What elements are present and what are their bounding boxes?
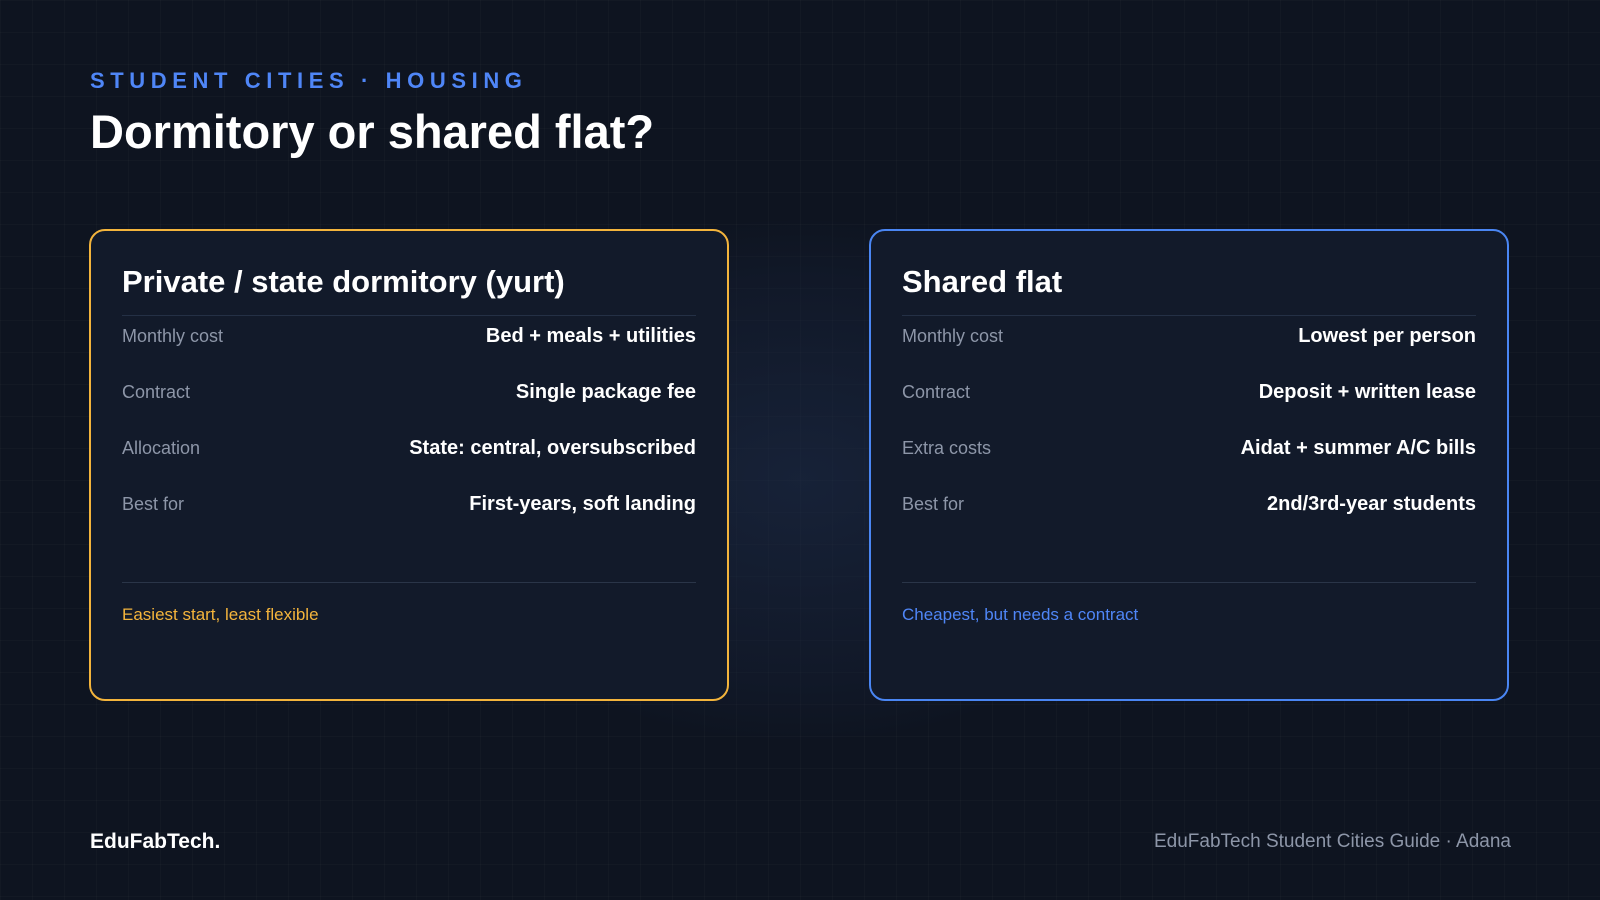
card-row-extra-costs: Extra costs Aidat + summer A/C bills [902, 420, 1476, 476]
row-label: Extra costs [902, 437, 992, 458]
card-row-allocation: Allocation State: central, oversubscribe… [122, 420, 696, 476]
card-row-best-for: Best for 2nd/3rd-year students [902, 476, 1476, 532]
row-value: Aidat + summer A/C bills [1240, 436, 1476, 459]
card-note: Easiest start, least flexible [122, 605, 319, 624]
card-row-monthly-cost: Monthly cost Lowest per person [902, 308, 1476, 364]
card-divider [902, 582, 1476, 583]
brand-logo-text: EduFabTech. [90, 830, 221, 853]
row-label: Allocation [122, 437, 201, 458]
row-value: Deposit + written lease [1258, 380, 1476, 403]
row-label: Best for [122, 493, 185, 514]
row-value: Lowest per person [1298, 324, 1476, 347]
section-eyebrow: STUDENT CITIES · HOUSING [90, 68, 528, 93]
card-row-contract: Contract Deposit + written lease [902, 364, 1476, 420]
card-row-best-for: Best for First-years, soft landing [122, 476, 696, 532]
card-note: Cheapest, but needs a contract [902, 605, 1139, 624]
card-rows: Monthly cost Lowest per person Contract … [902, 308, 1476, 532]
row-value: 2nd/3rd-year students [1267, 492, 1476, 515]
row-value: State: central, oversubscribed [409, 436, 696, 459]
card-divider [122, 582, 696, 583]
row-label: Best for [902, 493, 965, 514]
footer-caption: EduFabTech Student Cities Guide · Adana [1153, 831, 1511, 852]
card-row-monthly-cost: Monthly cost Bed + meals + utilities [122, 308, 696, 364]
page-title: Dormitory or shared flat? [90, 105, 655, 158]
row-label: Contract [902, 381, 971, 402]
row-label: Monthly cost [122, 325, 224, 346]
card-row-contract: Contract Single package fee [122, 364, 696, 420]
row-value: First-years, soft landing [469, 492, 696, 515]
row-label: Monthly cost [902, 325, 1004, 346]
card-dormitory: Private / state dormitory (yurt) Monthly… [89, 229, 729, 701]
row-value: Single package fee [515, 380, 696, 403]
row-value: Bed + meals + utilities [485, 324, 696, 347]
card-rows: Monthly cost Bed + meals + utilities Con… [122, 308, 696, 532]
card-shared-flat: Shared flat Monthly cost Lowest per pers… [869, 229, 1509, 701]
row-label: Contract [122, 381, 191, 402]
